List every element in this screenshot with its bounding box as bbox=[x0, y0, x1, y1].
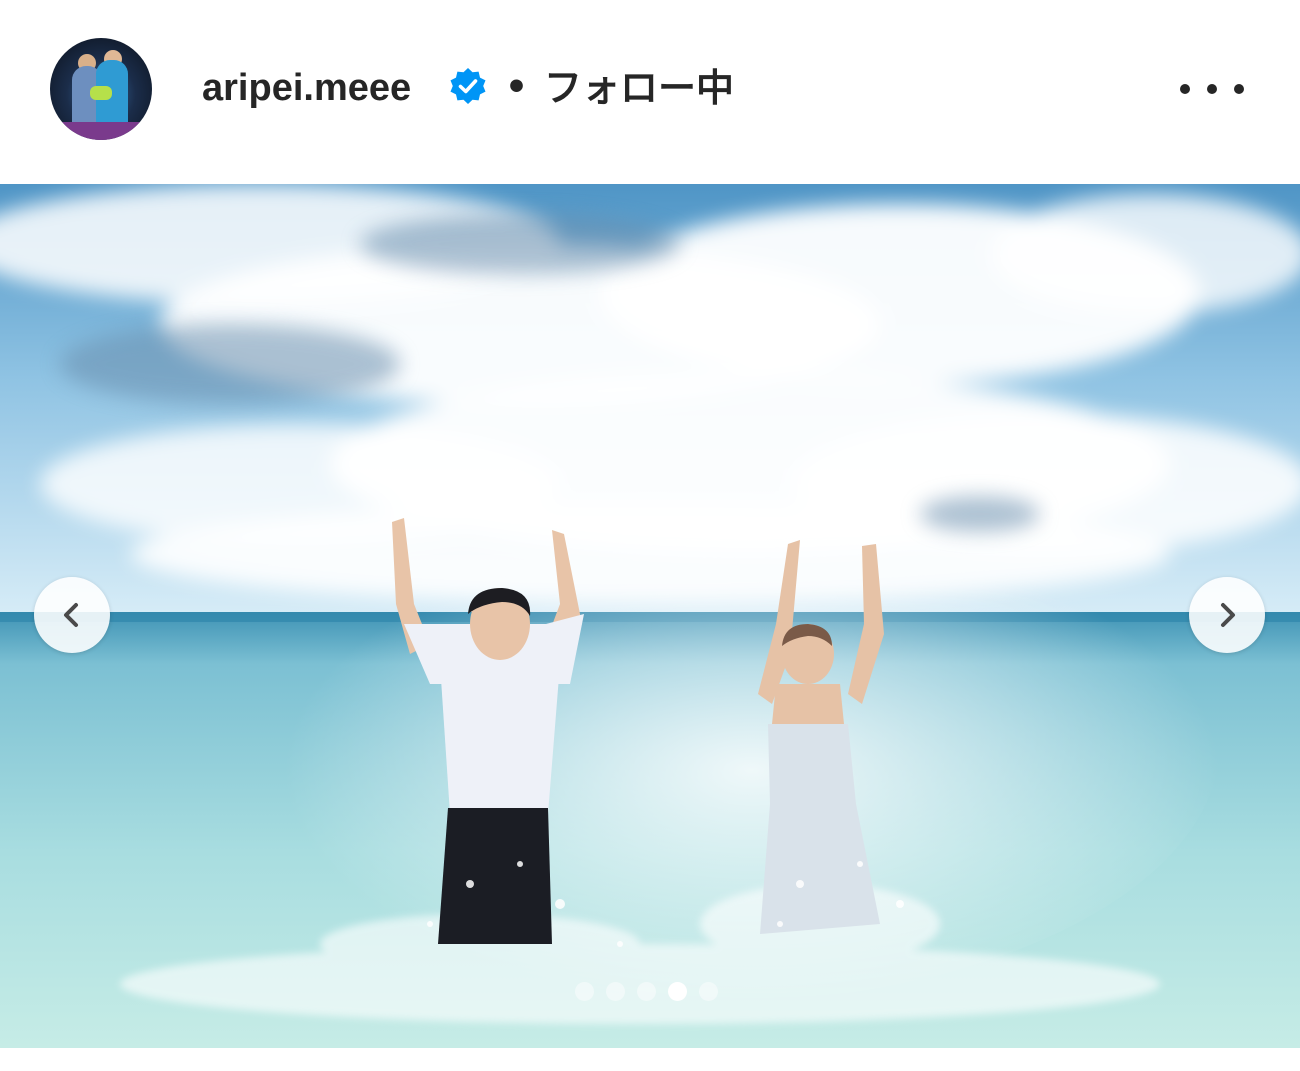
post-photo[interactable] bbox=[0, 184, 1300, 1048]
carousel-prev-button[interactable] bbox=[34, 577, 110, 653]
carousel-dot[interactable] bbox=[606, 981, 625, 1001]
more-dot bbox=[1207, 84, 1217, 94]
carousel-pagination bbox=[575, 980, 725, 1002]
post-footer-spacer bbox=[0, 1048, 1300, 1071]
carousel-next-button[interactable] bbox=[1189, 577, 1265, 653]
more-options-icon[interactable] bbox=[1180, 72, 1244, 106]
carousel-dot[interactable] bbox=[699, 981, 718, 1001]
avatar[interactable] bbox=[50, 38, 152, 140]
separator-dot: • bbox=[505, 67, 529, 108]
carousel-dot[interactable] bbox=[575, 981, 594, 1001]
following-button[interactable]: フォロー中 bbox=[544, 62, 734, 114]
post-header: aripei.meee • フォロー中 bbox=[0, 0, 1300, 184]
verified-badge-icon bbox=[448, 66, 488, 106]
more-dot bbox=[1234, 84, 1244, 94]
avatar-floor bbox=[50, 122, 152, 140]
carousel-dot[interactable] bbox=[637, 981, 656, 1001]
chevron-right-icon bbox=[1221, 603, 1235, 627]
more-dot bbox=[1180, 84, 1190, 94]
chevron-left-icon bbox=[64, 603, 78, 627]
avatar-accent bbox=[90, 86, 112, 100]
carousel-dot-active[interactable] bbox=[668, 981, 687, 1001]
username-link[interactable]: aripei.meee bbox=[202, 62, 411, 114]
